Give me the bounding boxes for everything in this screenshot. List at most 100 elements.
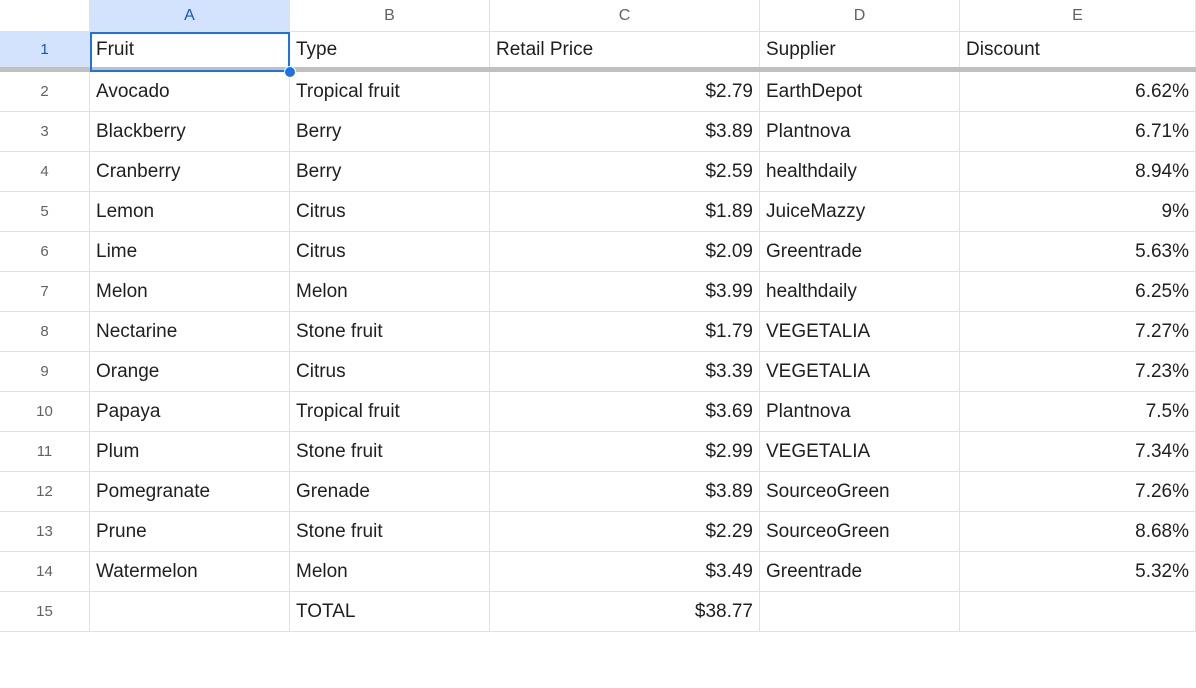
row-header-14[interactable]: 14 (0, 552, 90, 592)
cell-C8[interactable]: $1.79 (490, 312, 760, 352)
cell-D4[interactable]: healthdaily (760, 152, 960, 192)
cell-A5[interactable]: Lemon (90, 192, 290, 232)
cell-C5[interactable]: $1.89 (490, 192, 760, 232)
cell-E13[interactable]: 8.68% (960, 512, 1196, 552)
cell-E14[interactable]: 5.32% (960, 552, 1196, 592)
row-header-15[interactable]: 15 (0, 592, 90, 632)
cell-C11[interactable]: $2.99 (490, 432, 760, 472)
column-header-A[interactable]: A (90, 0, 290, 32)
cell-E4[interactable]: 8.94% (960, 152, 1196, 192)
row-header-4[interactable]: 4 (0, 152, 90, 192)
cell-A11[interactable]: Plum (90, 432, 290, 472)
cell-A14[interactable]: Watermelon (90, 552, 290, 592)
row-header-2[interactable]: 2 (0, 72, 90, 112)
column-header-E[interactable]: E (960, 0, 1196, 32)
cell-E2[interactable]: 6.62% (960, 72, 1196, 112)
row-header-13[interactable]: 13 (0, 512, 90, 552)
row-header-6[interactable]: 6 (0, 232, 90, 272)
cell-D13[interactable]: SourceoGreen (760, 512, 960, 552)
cell-A1[interactable]: Fruit (90, 32, 290, 67)
cell-D10[interactable]: Plantnova (760, 392, 960, 432)
cell-C3[interactable]: $3.89 (490, 112, 760, 152)
cell-D6[interactable]: Greentrade (760, 232, 960, 272)
cell-E15[interactable] (960, 592, 1196, 632)
cell-E8[interactable]: 7.27% (960, 312, 1196, 352)
cell-B9[interactable]: Citrus (290, 352, 490, 392)
cell-E11[interactable]: 7.34% (960, 432, 1196, 472)
row-header-10[interactable]: 10 (0, 392, 90, 432)
select-all-corner[interactable] (0, 0, 90, 32)
table-row: 3BlackberryBerry$3.89Plantnova6.71% (0, 112, 1196, 152)
cell-B4[interactable]: Berry (290, 152, 490, 192)
cell-B1[interactable]: Type (290, 32, 490, 67)
cell-C9[interactable]: $3.39 (490, 352, 760, 392)
cell-B13[interactable]: Stone fruit (290, 512, 490, 552)
cell-E7[interactable]: 6.25% (960, 272, 1196, 312)
cell-E10[interactable]: 7.5% (960, 392, 1196, 432)
cell-C12[interactable]: $3.89 (490, 472, 760, 512)
cell-D3[interactable]: Plantnova (760, 112, 960, 152)
cell-E12[interactable]: 7.26% (960, 472, 1196, 512)
cell-C7[interactable]: $3.99 (490, 272, 760, 312)
cell-A7[interactable]: Melon (90, 272, 290, 312)
cell-D5[interactable]: JuiceMazzy (760, 192, 960, 232)
cell-B5[interactable]: Citrus (290, 192, 490, 232)
cell-B6[interactable]: Citrus (290, 232, 490, 272)
cell-C6[interactable]: $2.09 (490, 232, 760, 272)
cell-A8[interactable]: Nectarine (90, 312, 290, 352)
row-header-12[interactable]: 12 (0, 472, 90, 512)
cell-B8[interactable]: Stone fruit (290, 312, 490, 352)
column-header-C[interactable]: C (490, 0, 760, 32)
cell-D2[interactable]: EarthDepot (760, 72, 960, 112)
cell-D12[interactable]: SourceoGreen (760, 472, 960, 512)
cell-D9[interactable]: VEGETALIA (760, 352, 960, 392)
cell-B15[interactable]: TOTAL (290, 592, 490, 632)
row-header-8[interactable]: 8 (0, 312, 90, 352)
table-row: 10PapayaTropical fruit$3.69Plantnova7.5% (0, 392, 1196, 432)
cell-A13[interactable]: Prune (90, 512, 290, 552)
column-header-D[interactable]: D (760, 0, 960, 32)
cell-A3[interactable]: Blackberry (90, 112, 290, 152)
column-header-B[interactable]: B (290, 0, 490, 32)
cell-A9[interactable]: Orange (90, 352, 290, 392)
cell-B3[interactable]: Berry (290, 112, 490, 152)
cell-D1[interactable]: Supplier (760, 32, 960, 67)
cell-B10[interactable]: Tropical fruit (290, 392, 490, 432)
cell-E1[interactable]: Discount (960, 32, 1196, 67)
cell-A6[interactable]: Lime (90, 232, 290, 272)
cell-D14[interactable]: Greentrade (760, 552, 960, 592)
cell-B11[interactable]: Stone fruit (290, 432, 490, 472)
cell-B2[interactable]: Tropical fruit (290, 72, 490, 112)
cell-C14[interactable]: $3.49 (490, 552, 760, 592)
row-header-3[interactable]: 3 (0, 112, 90, 152)
cell-B7[interactable]: Melon (290, 272, 490, 312)
cell-E6[interactable]: 5.63% (960, 232, 1196, 272)
cell-D7[interactable]: healthdaily (760, 272, 960, 312)
cell-D8[interactable]: VEGETALIA (760, 312, 960, 352)
spreadsheet[interactable]: ABCDE 1FruitTypeRetail PriceSupplierDisc… (0, 0, 1196, 688)
cell-A2[interactable]: Avocado (90, 72, 290, 112)
cell-A12[interactable]: Pomegranate (90, 472, 290, 512)
cell-E5[interactable]: 9% (960, 192, 1196, 232)
cell-C15[interactable]: $38.77 (490, 592, 760, 632)
cell-D11[interactable]: VEGETALIA (760, 432, 960, 472)
row-header-5[interactable]: 5 (0, 192, 90, 232)
cell-C10[interactable]: $3.69 (490, 392, 760, 432)
cell-A15[interactable] (90, 592, 290, 632)
cell-C13[interactable]: $2.29 (490, 512, 760, 552)
row-header-9[interactable]: 9 (0, 352, 90, 392)
row-header-1[interactable]: 1 (0, 32, 90, 67)
row-header-7[interactable]: 7 (0, 272, 90, 312)
cell-A4[interactable]: Cranberry (90, 152, 290, 192)
cell-C4[interactable]: $2.59 (490, 152, 760, 192)
table-row: 11PlumStone fruit$2.99VEGETALIA7.34% (0, 432, 1196, 472)
row-header-11[interactable]: 11 (0, 432, 90, 472)
cell-C2[interactable]: $2.79 (490, 72, 760, 112)
cell-C1[interactable]: Retail Price (490, 32, 760, 67)
cell-A10[interactable]: Papaya (90, 392, 290, 432)
cell-E3[interactable]: 6.71% (960, 112, 1196, 152)
cell-B14[interactable]: Melon (290, 552, 490, 592)
cell-D15[interactable] (760, 592, 960, 632)
cell-E9[interactable]: 7.23% (960, 352, 1196, 392)
cell-B12[interactable]: Grenade (290, 472, 490, 512)
